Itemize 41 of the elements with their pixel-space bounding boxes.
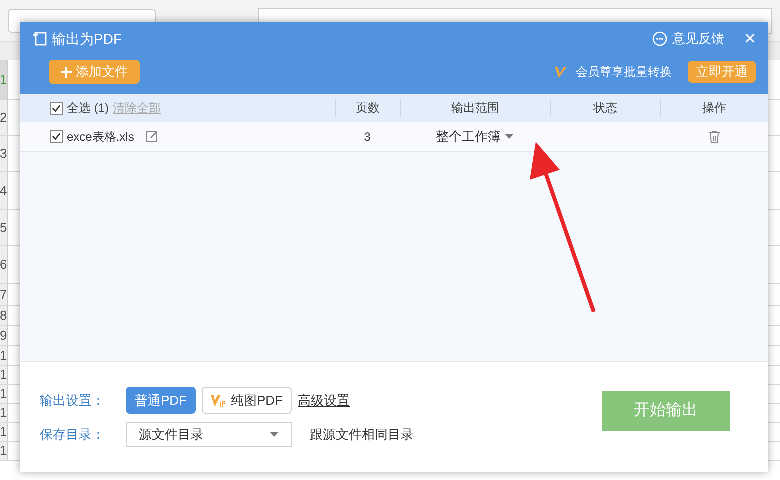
dialog-title: 输出为PDF — [52, 30, 122, 48]
trash-icon[interactable] — [708, 130, 720, 144]
row-header[interactable]: 1 — [0, 346, 8, 365]
page-count: 3 — [364, 128, 371, 146]
checkbox[interactable] — [50, 130, 63, 143]
row-header[interactable]: 2 — [0, 100, 8, 135]
row-header[interactable]: 9 — [0, 326, 8, 345]
row-header[interactable]: 8 — [0, 306, 8, 325]
column-header: 页数 — [356, 100, 380, 117]
checkbox[interactable] — [50, 102, 63, 114]
row-header[interactable]: 4 — [0, 172, 8, 209]
row-header[interactable]: 1 — [0, 404, 8, 422]
column-header: 操作 — [702, 100, 726, 117]
save-dir-label: 保存目录： — [40, 426, 106, 444]
chat-bubble-icon — [652, 31, 668, 47]
range-dropdown[interactable]: 整个工作簿 — [436, 126, 514, 146]
row-header[interactable]: 1 — [0, 385, 8, 403]
pdf-mode-button[interactable]: 纯图PDF — [202, 387, 292, 414]
column-header: 输出范围 — [452, 100, 500, 117]
edit-icon[interactable] — [146, 130, 160, 143]
output-settings-label: 输出设置： — [40, 392, 106, 410]
row-header[interactable]: 6 — [0, 246, 8, 283]
select-all-label: 全选 (1) — [67, 100, 109, 117]
row-header[interactable]: 5 — [0, 210, 8, 245]
save-dir-hint: 跟源文件相同目录 — [310, 426, 414, 444]
promo-text: 会员尊享批量转换 — [576, 64, 672, 81]
column-header: 状态 — [594, 100, 618, 117]
plus-icon — [61, 66, 72, 78]
row-header[interactable]: 1 — [0, 423, 8, 441]
advanced-settings-link[interactable]: 高级设置 — [298, 390, 350, 410]
caret-icon — [270, 432, 279, 437]
file-name: exce表格.xls — [67, 128, 134, 146]
save-dir-dropdown[interactable]: 源文件目录 — [126, 422, 292, 447]
caret-icon — [505, 134, 514, 139]
row-header[interactable]: 1 — [0, 366, 8, 384]
row-header[interactable]: 1 — [0, 442, 8, 460]
pdf-mode-button[interactable]: 普通PDF — [126, 387, 196, 414]
row-header[interactable]: 7 — [0, 284, 8, 305]
pdf-export-icon — [32, 31, 48, 47]
vip-icon — [554, 65, 568, 79]
row-header[interactable]: 3 — [0, 136, 8, 171]
